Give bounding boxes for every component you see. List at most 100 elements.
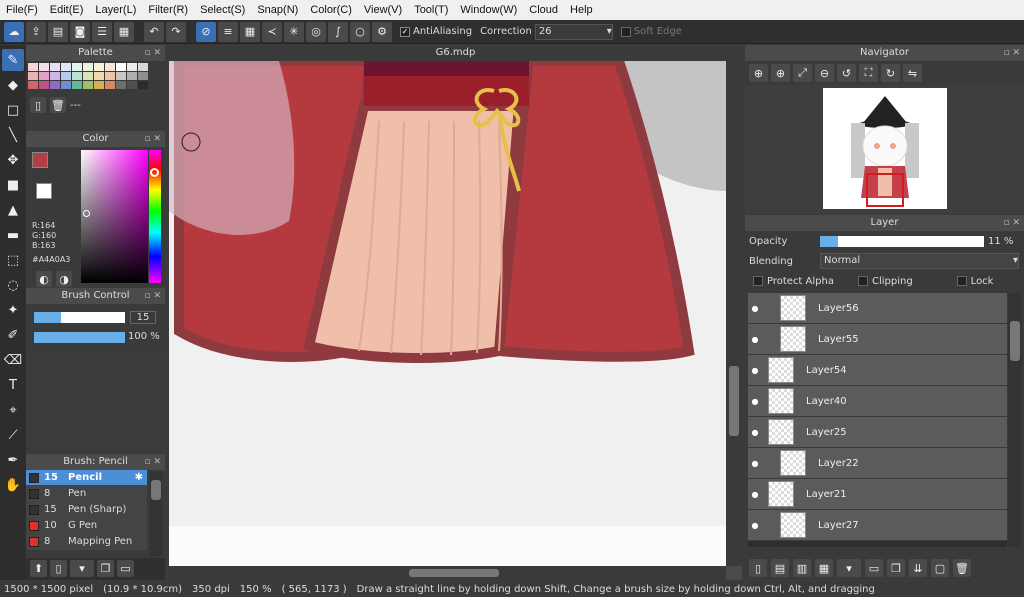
layer-row[interactable]: ● Layer40 [748, 386, 1007, 417]
canvas-horizontal-scrollbar[interactable] [169, 566, 726, 580]
clipping-checkbox[interactable] [857, 276, 868, 286]
menu-filter[interactable]: Filter(R) [142, 4, 194, 16]
select-tool-icon[interactable]: ⬚ [2, 249, 24, 271]
gear-icon[interactable]: ✱ [135, 472, 143, 483]
palette-swatch[interactable] [39, 72, 49, 80]
brush-size-value[interactable]: 15 [130, 311, 156, 324]
palette-swatch[interactable] [116, 81, 126, 89]
layer-folder-icon[interactable]: ▭ [865, 559, 883, 577]
brush-size-slider[interactable]: 15 [26, 311, 165, 324]
rotate-right-icon[interactable]: ↻ [881, 64, 900, 82]
snap-ellipse-icon[interactable]: ○ [350, 21, 370, 42]
color-wheel-icon[interactable]: ◐ [36, 271, 52, 287]
menu-snap[interactable]: Snap(N) [251, 4, 304, 16]
snap-curve-icon[interactable]: ∫ [328, 21, 348, 42]
palette-swatch[interactable] [105, 81, 115, 89]
flip-icon[interactable]: ⇋ [903, 64, 922, 82]
move-tool-icon[interactable]: ✥ [2, 149, 24, 171]
palette-swatch[interactable] [28, 81, 38, 89]
palette-swatch[interactable] [116, 72, 126, 80]
palette-swatch[interactable] [39, 81, 49, 89]
layer-menu-icon[interactable]: ▾ [837, 559, 861, 577]
eye-icon[interactable]: ● [748, 428, 762, 437]
new-swatch-icon[interactable]: ▯ [30, 97, 46, 113]
correction-select[interactable]: 26 ▾ [534, 23, 613, 40]
palette-swatch[interactable] [127, 81, 137, 89]
palette-swatch[interactable] [72, 72, 82, 80]
menu-file[interactable]: File(F) [0, 4, 44, 16]
palette-swatch[interactable] [127, 63, 137, 71]
protect-alpha-checkbox[interactable] [753, 276, 763, 286]
palette-swatch[interactable] [28, 72, 38, 80]
palette-swatch[interactable] [116, 63, 126, 71]
drawing-canvas[interactable] [169, 61, 726, 566]
palette-swatch[interactable] [94, 72, 104, 80]
brush-list-item[interactable]: 8 Mapping Pen [26, 534, 147, 550]
navigator-view[interactable] [745, 85, 1024, 213]
menu-window[interactable]: Window(W) [454, 4, 523, 16]
eye-icon[interactable]: ● [748, 521, 762, 530]
soft-edge-checkbox[interactable] [620, 26, 631, 37]
snap-settings-icon[interactable]: ⚙ [372, 21, 392, 42]
brush-cloud-icon[interactable]: ⬆ [30, 560, 47, 577]
snap-circle-icon[interactable]: ◎ [306, 21, 326, 42]
eye-icon[interactable]: ● [748, 490, 762, 499]
layer-row[interactable]: ● Layer54 [748, 355, 1007, 386]
shape-fill-icon[interactable]: ■ [2, 174, 24, 196]
palette-swatch[interactable] [94, 81, 104, 89]
layer-row[interactable]: ● Layer25 [748, 417, 1007, 448]
palette-swatch[interactable] [94, 63, 104, 71]
eyedropper-icon[interactable]: ⟋ [2, 424, 24, 446]
rotate-left-icon[interactable]: ↺ [837, 64, 856, 82]
gradient-tool-icon[interactable]: ▬ [2, 224, 24, 246]
brush-list-item[interactable]: 15 Pencil ✱ [26, 470, 147, 486]
new-layer-icon[interactable]: ▯ [749, 559, 767, 577]
select-eraser-icon[interactable]: ⌫ [2, 349, 24, 371]
palette-swatch[interactable] [127, 72, 137, 80]
soft-edge-toggle[interactable]: Soft Edge [620, 26, 682, 37]
palette-swatch[interactable] [50, 63, 60, 71]
canvas-vertical-scrollbar[interactable] [726, 61, 742, 566]
palette-swatch[interactable] [105, 63, 115, 71]
palette-swatch[interactable] [105, 72, 115, 80]
palette-swatch[interactable] [72, 63, 82, 71]
eye-icon[interactable]: ● [748, 335, 762, 344]
zoom-in-alt-icon[interactable]: ⊕ [771, 64, 790, 82]
brush-opacity-slider[interactable]: 100 % [26, 331, 165, 344]
redo-icon[interactable]: ↷ [166, 21, 186, 42]
brush-folder-icon[interactable]: ▭ [117, 560, 134, 577]
pen-icon[interactable]: ✒ [2, 449, 24, 471]
antialiasing-checkbox[interactable]: ✓ [400, 26, 410, 37]
snap-off-icon[interactable]: ⊘ [196, 21, 216, 42]
layout-icon[interactable]: ▦ [114, 21, 134, 42]
clear-layer-icon[interactable]: ▢ [931, 559, 949, 577]
panel-close-icon[interactable]: ▫ ✕ [1003, 215, 1020, 231]
merge-down-icon[interactable]: ⇊ [909, 559, 927, 577]
layer-row[interactable]: ● Layer21 [748, 479, 1007, 510]
new-halftone-layer-icon[interactable]: ▤ [771, 559, 789, 577]
brush-duplicate-icon[interactable]: ❐ [97, 560, 114, 577]
eraser-tool-icon[interactable]: ◆ [2, 74, 24, 96]
magic-wand-icon[interactable]: ✦ [2, 299, 24, 321]
menu-view[interactable]: View(V) [358, 4, 408, 16]
palette-swatch[interactable] [61, 63, 71, 71]
antialiasing-toggle[interactable]: ✓ AntiAliasing [400, 26, 472, 37]
palette-swatch[interactable] [83, 81, 93, 89]
palette-swatch[interactable] [138, 63, 148, 71]
panel-list-icon[interactable]: ☰ [92, 21, 112, 42]
divide-tool-icon[interactable]: ⌖ [2, 399, 24, 421]
delete-layer-icon[interactable]: 🗑 [953, 559, 971, 577]
palette-swatch[interactable] [83, 63, 93, 71]
blending-select[interactable]: Normal ▾ [820, 253, 1019, 269]
text-tool-icon[interactable]: T [2, 374, 24, 396]
brush-menu-icon[interactable]: ▾ [70, 560, 94, 577]
comment-icon[interactable]: ▤ [48, 21, 68, 42]
palette-swatch[interactable] [138, 72, 148, 80]
menu-layer[interactable]: Layer(L) [89, 4, 142, 16]
fit-window-icon[interactable]: ⛶ [859, 64, 878, 82]
panel-close-icon[interactable]: ▫ ✕ [144, 288, 161, 304]
palette-swatch[interactable] [72, 81, 82, 89]
lasso-tool-icon[interactable]: ◌ [2, 274, 24, 296]
menu-tool[interactable]: Tool(T) [408, 4, 454, 16]
saturation-value-picker[interactable] [81, 150, 148, 283]
